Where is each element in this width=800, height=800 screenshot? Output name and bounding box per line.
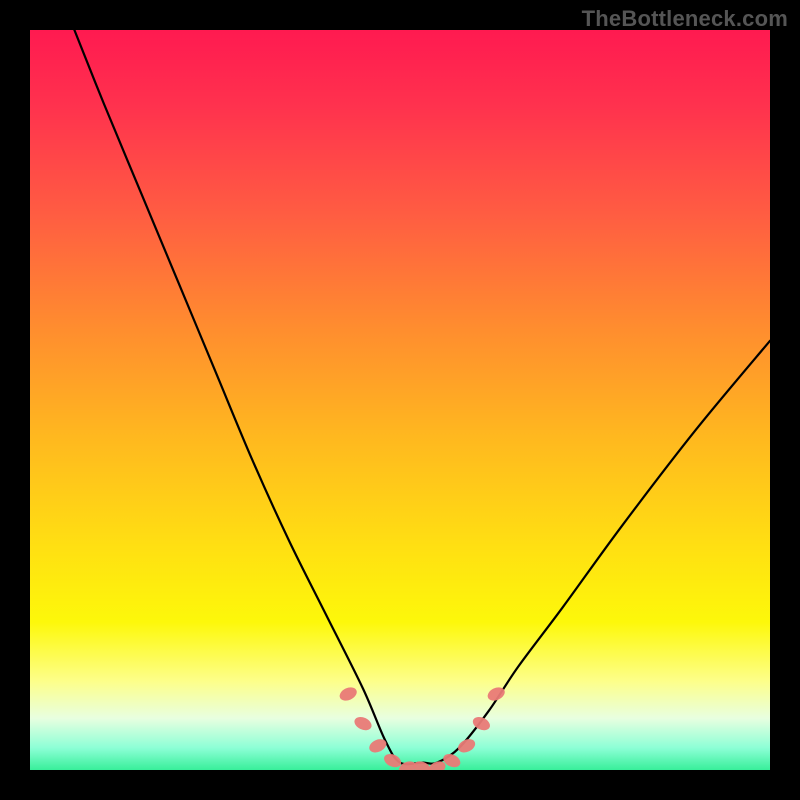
bottleneck-curve-line xyxy=(74,30,770,764)
chart-overlay-svg xyxy=(30,30,770,770)
watermark-label: TheBottleneck.com xyxy=(582,6,788,32)
plot-area xyxy=(30,30,770,770)
chart-container: TheBottleneck.com xyxy=(0,0,800,800)
optimal-marker xyxy=(338,685,359,703)
optimal-marker xyxy=(352,714,373,732)
optimal-range-marker-group xyxy=(338,685,507,770)
